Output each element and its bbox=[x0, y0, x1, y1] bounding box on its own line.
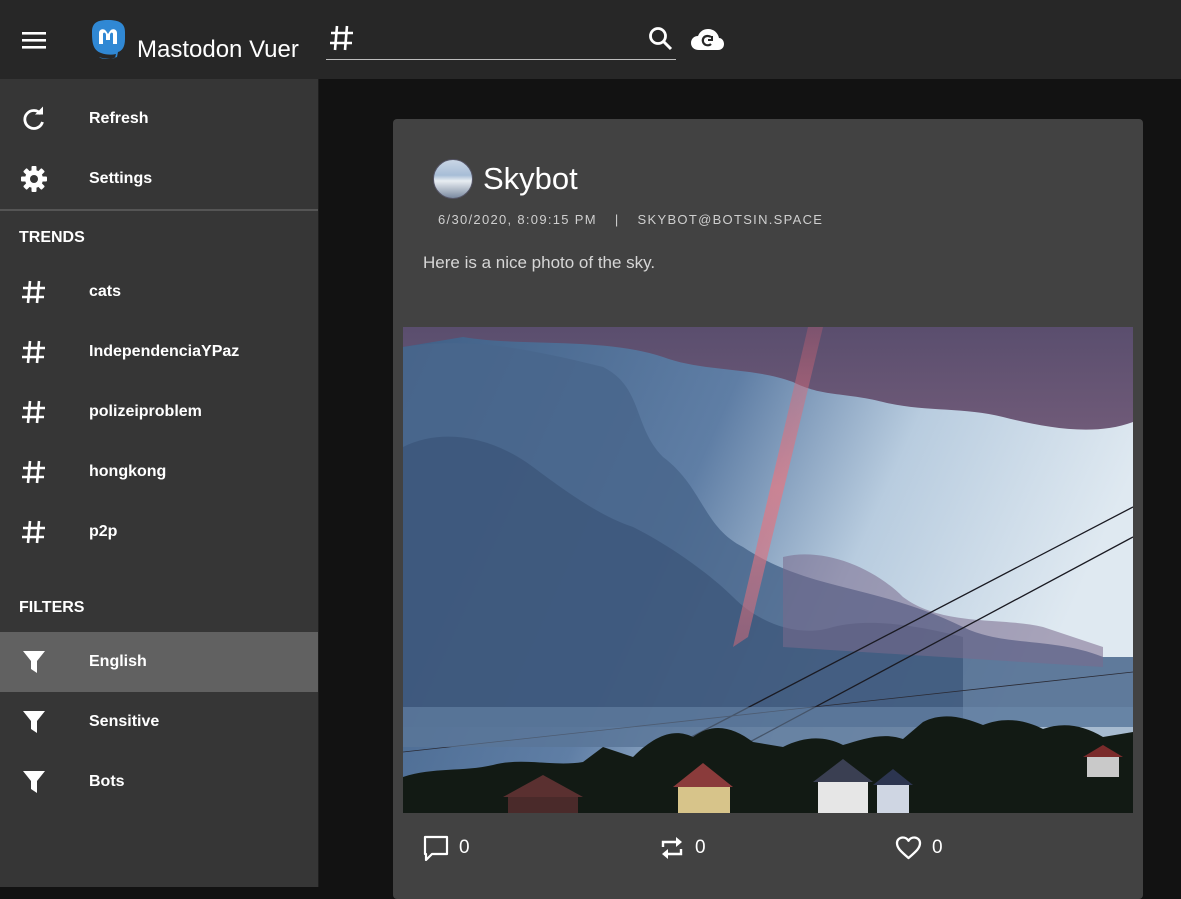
filter-label: Bots bbox=[89, 773, 125, 790]
settings-button[interactable]: Settings bbox=[0, 149, 318, 209]
refresh-label: Refresh bbox=[89, 110, 149, 127]
filters-heading: FILTERS bbox=[19, 599, 85, 616]
author-handle[interactable]: SKYBOT@BOTSIN.SPACE bbox=[638, 212, 824, 227]
filter-icon bbox=[20, 648, 48, 676]
reply-count: 0 bbox=[459, 837, 470, 858]
settings-label: Settings bbox=[89, 170, 153, 187]
heart-icon bbox=[895, 836, 922, 860]
hashtag-icon bbox=[20, 278, 48, 306]
trend-item-p2p[interactable]: p2p bbox=[0, 502, 318, 562]
boost-count: 0 bbox=[695, 837, 706, 858]
meta-separator: | bbox=[614, 212, 620, 227]
navigation-drawer: Refresh Settings TRENDS cats Independenc… bbox=[0, 79, 319, 887]
trends-heading: TRENDS bbox=[19, 229, 85, 246]
status-content: Here is a nice photo of the sky. bbox=[423, 253, 656, 272]
refresh-button[interactable]: Refresh bbox=[0, 89, 318, 149]
trend-item-independenciaypaz[interactable]: IndependenciaYPaz bbox=[0, 322, 318, 382]
filter-icon bbox=[20, 708, 48, 736]
filter-label: English bbox=[89, 653, 147, 670]
trend-label: polizeiproblem bbox=[89, 403, 202, 420]
status-card: Skybot 6/30/2020, 8:09:15 PM | SKYBOT@BOTS… bbox=[393, 119, 1143, 899]
trend-item-cats[interactable]: cats bbox=[0, 262, 318, 322]
hashtag-icon bbox=[20, 398, 48, 426]
hashtag-icon bbox=[20, 458, 48, 486]
favourite-button[interactable]: 0 bbox=[895, 835, 943, 861]
status-media-image[interactable] bbox=[403, 327, 1133, 813]
filter-label: Sensitive bbox=[89, 713, 160, 730]
app-bar: Mastodon Vuer bbox=[0, 0, 1181, 79]
trend-label: p2p bbox=[89, 523, 118, 540]
hashtag-icon bbox=[20, 338, 48, 366]
filter-item-sensitive[interactable]: Sensitive bbox=[0, 692, 318, 752]
trend-item-polizeiproblem[interactable]: polizeiproblem bbox=[0, 382, 318, 442]
filter-item-bots[interactable]: Bots bbox=[0, 752, 318, 812]
menu-button[interactable] bbox=[14, 20, 54, 60]
avatar[interactable] bbox=[433, 159, 473, 199]
favourite-count: 0 bbox=[932, 837, 943, 858]
hashtag-icon bbox=[20, 518, 48, 546]
status-actions: 0 0 0 bbox=[393, 835, 1143, 875]
author-name[interactable]: Skybot bbox=[483, 161, 578, 197]
trend-label: IndependenciaYPaz bbox=[89, 343, 240, 360]
trend-item-hongkong[interactable]: hongkong bbox=[0, 442, 318, 502]
status-timestamp[interactable]: 6/30/2020, 8:09:15 PM bbox=[438, 212, 597, 227]
sidebar-divider bbox=[0, 209, 318, 211]
mastodon-logo-icon bbox=[92, 20, 125, 59]
cloud-sync-icon[interactable] bbox=[690, 28, 724, 54]
refresh-icon bbox=[20, 105, 48, 133]
search-input[interactable] bbox=[366, 24, 636, 56]
search-icon[interactable] bbox=[648, 26, 674, 54]
comment-icon bbox=[423, 835, 449, 861]
app-title: Mastodon Vuer bbox=[137, 36, 299, 63]
filter-icon bbox=[20, 768, 48, 796]
hashtag-search-field[interactable] bbox=[326, 20, 676, 60]
repeat-icon bbox=[661, 837, 683, 859]
hamburger-icon bbox=[22, 32, 46, 49]
trend-label: hongkong bbox=[89, 463, 167, 480]
gear-icon bbox=[20, 165, 48, 193]
boost-button[interactable]: 0 bbox=[659, 835, 706, 861]
hashtag-icon bbox=[330, 25, 353, 51]
trend-label: cats bbox=[89, 283, 122, 300]
status-meta: 6/30/2020, 8:09:15 PM | SKYBOT@BOTSIN.SPAC… bbox=[438, 212, 823, 227]
reply-button[interactable]: 0 bbox=[423, 835, 470, 861]
filter-item-english[interactable]: English bbox=[0, 632, 318, 692]
